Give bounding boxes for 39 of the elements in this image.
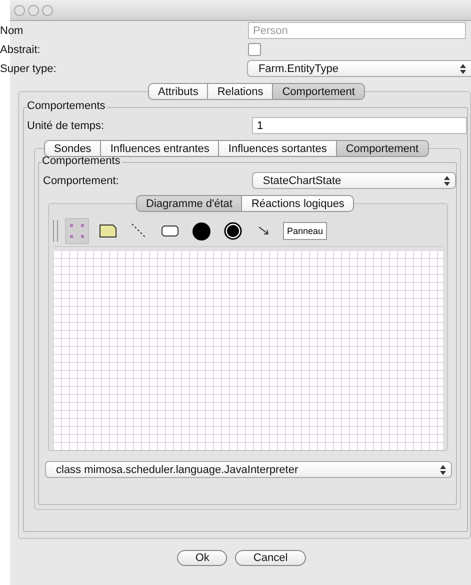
dialog-button[interactable]: Cancel [235, 550, 306, 566]
tab[interactable]: Relations [208, 83, 274, 100]
tab[interactable]: Comportement [336, 140, 429, 157]
field-label: Abstrait: [0, 44, 42, 56]
stepper-icon [460, 64, 466, 74]
field-label: Nom [0, 24, 24, 36]
tab[interactable]: Diagramme d'état [136, 195, 242, 212]
panel-tool-button[interactable]: Panneau [283, 222, 328, 240]
stepper-icon [440, 465, 446, 475]
ringed-circle-icon [224, 222, 242, 240]
arrow-icon [258, 226, 270, 236]
toolbar-grip-icon [53, 220, 58, 242]
tab[interactable]: Attributs [148, 83, 208, 100]
window-control-icon[interactable] [42, 4, 53, 16]
field-label: Comportement: [42, 174, 120, 186]
tab[interactable]: Comportement [273, 83, 365, 100]
tab[interactable]: Sondes [44, 140, 102, 157]
interpreter-select[interactable]: class mimosa.scheduler.language.JavaInterpreter [45, 461, 452, 478]
tab[interactable]: Influences entrantes [101, 140, 220, 157]
behaviour-select[interactable]: StateChartState [252, 172, 456, 189]
stepper-icon [444, 176, 450, 186]
abstract-checkbox[interactable] [248, 43, 261, 56]
group-title: Comportements [27, 100, 108, 112]
field-label: Unité de temps: [26, 120, 106, 132]
window-control-icon[interactable] [14, 4, 25, 16]
dialog-button[interactable]: Ok [177, 550, 228, 566]
filled-circle-icon [192, 222, 211, 240]
select-tool-button[interactable] [65, 218, 89, 244]
dots-icon [68, 222, 86, 240]
tab[interactable]: Influences sortantes [219, 140, 337, 157]
dashed-line-icon [131, 223, 147, 239]
tab[interactable]: Réactions logiques [242, 195, 354, 212]
rounded-rectangle-icon [161, 225, 179, 237]
note-icon [99, 224, 117, 238]
supertype-select[interactable]: Farm.EntityType [247, 60, 471, 77]
field-label: Super type: [0, 62, 58, 74]
time-unit-field[interactable]: 1 [252, 117, 467, 134]
window-control-icon[interactable] [28, 4, 39, 16]
name-field[interactable]: Person [248, 22, 466, 39]
